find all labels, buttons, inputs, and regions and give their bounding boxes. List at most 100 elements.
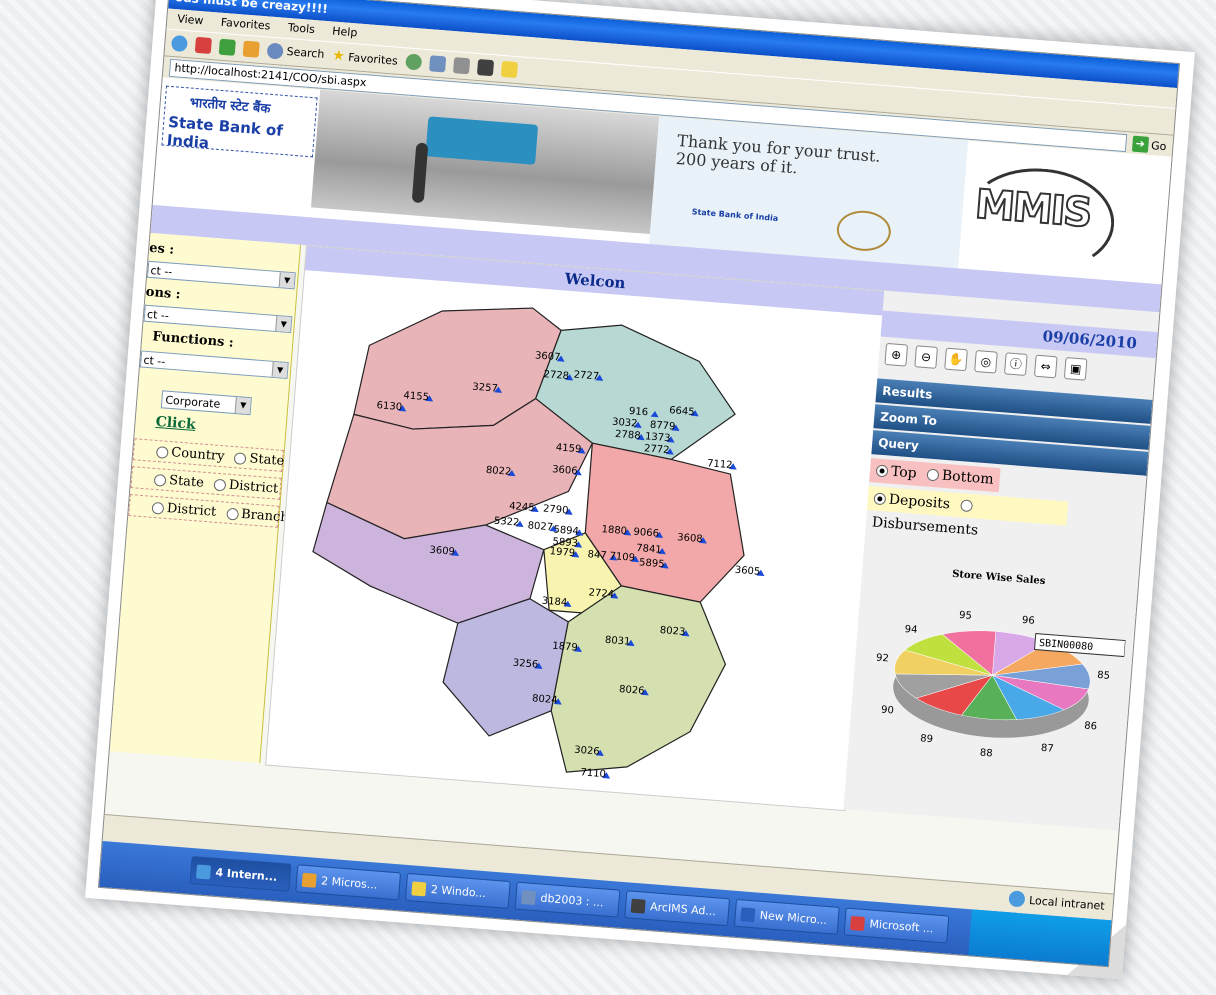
branch-label: 2727 [573, 370, 599, 383]
menu-favorites[interactable]: Favorites [220, 16, 271, 33]
ad-banner: Thank you for your trust. 200 years of i… [649, 116, 969, 269]
forward-icon[interactable] [170, 34, 189, 53]
measure-icon[interactable]: ⇔ [1033, 354, 1058, 379]
branch-label: 8027 [527, 520, 553, 533]
globe-icon [1008, 890, 1026, 908]
branch-label: 2728 [543, 369, 569, 382]
radio-country-label: Country [170, 445, 226, 465]
pie-label: 87 [1041, 743, 1055, 755]
task-label: New Micro... [759, 908, 828, 928]
menu-help[interactable]: Help [332, 25, 358, 40]
branch-label: 7112 [707, 458, 733, 471]
identify-icon[interactable]: ⓘ [1004, 352, 1028, 376]
zoom-out-icon[interactable]: ⊖ [914, 345, 938, 369]
click-link[interactable]: Click [155, 414, 196, 433]
branch-label: 4245 [509, 501, 535, 514]
security-zone: Local intranet [1008, 890, 1106, 913]
branch-label: 1979 [549, 546, 575, 559]
radio-row-district-branch: District Branch [128, 494, 289, 528]
radio-branch-label: Branch [240, 506, 290, 526]
task-microsoft[interactable]: 2 Micros... [295, 864, 402, 901]
branch-label: 2724 [588, 587, 614, 600]
filter-select-3[interactable]: ct -- ▼ [139, 350, 289, 380]
branch-label: 916 [629, 406, 649, 418]
pan-hand-icon[interactable]: ✋ [944, 347, 968, 372]
pie-label: 92 [876, 653, 890, 665]
filter-select-2[interactable]: ct -- ▼ [143, 304, 293, 334]
task-internet-explorer[interactable]: 4 Intern... [189, 856, 292, 892]
refresh-icon[interactable] [218, 38, 236, 56]
web-page: भारतीय स्टेट बैंक State Bank of India Th… [104, 77, 1172, 895]
word-icon [740, 907, 756, 923]
corporate-select-value: Corporate [164, 393, 221, 411]
filter-select-1[interactable]: ct -- ▼ [146, 260, 296, 290]
branch-label: 3026 [574, 745, 600, 758]
radio-top[interactable] [875, 464, 889, 478]
menu-view[interactable]: View [177, 12, 204, 27]
stop-icon[interactable] [194, 36, 212, 55]
radio-district[interactable] [213, 478, 227, 492]
search-button[interactable]: Search [266, 37, 325, 67]
task-label: 4 Intern... [215, 865, 278, 884]
branch-label: 4155 [403, 390, 429, 403]
corporate-select[interactable]: Corporate ▼ [160, 390, 252, 416]
favorites-button[interactable]: ★ Favorites [331, 42, 399, 74]
zoom-in-icon[interactable]: ⊕ [884, 342, 909, 367]
menu-tools[interactable]: Tools [287, 21, 315, 36]
branch-label: 5322 [493, 516, 519, 529]
radio-bottom[interactable] [926, 468, 940, 482]
office-icon [301, 872, 317, 888]
branch-label: 1879 [552, 641, 578, 654]
sbi-logo[interactable]: भारतीय स्टेट बैंक State Bank of India [161, 85, 318, 158]
branch-label: 7109 [609, 551, 635, 564]
filter-label-3: Functions : [151, 329, 235, 351]
edit-icon[interactable] [476, 59, 495, 77]
sales-pie-chart[interactable]: 9697858687888990929495SBIN00080 [855, 590, 1128, 780]
radio-state-2[interactable] [153, 473, 167, 487]
branch-label: 8022 [485, 465, 511, 478]
task-db2003[interactable]: db2003 : ... [514, 881, 621, 918]
zone-label: Local intranet [1028, 893, 1106, 913]
radio-row-state-district: State District [130, 466, 282, 500]
task-new-micro[interactable]: New Micro... [733, 898, 840, 935]
filter-label-1: es : [148, 240, 175, 258]
pie-label: 96 [1022, 615, 1036, 627]
200-years-seal-icon [835, 208, 893, 253]
task-windows[interactable]: 2 Windo... [404, 872, 511, 910]
radio-disbursements[interactable] [959, 499, 973, 513]
radio-state[interactable] [234, 451, 247, 465]
history-icon[interactable] [405, 53, 423, 71]
radio-district-label: District [228, 477, 279, 497]
mmis-text: MMIS [972, 181, 1093, 238]
pie-label: 95 [959, 610, 973, 622]
branch-label: 1373 [645, 431, 671, 444]
select-icon[interactable]: ▣ [1063, 357, 1088, 381]
branch-label: 2772 [644, 443, 670, 456]
pie-label: 89 [920, 733, 934, 745]
go-label: Go [1150, 138, 1167, 153]
radio-branch[interactable] [225, 507, 239, 521]
flag-image [425, 116, 539, 165]
branch-label: 2790 [543, 504, 569, 517]
folder-icon[interactable] [500, 60, 519, 79]
task-label: 2 Micros... [320, 874, 378, 892]
mail-icon[interactable] [429, 55, 447, 73]
full-extent-icon[interactable]: ◎ [974, 349, 998, 374]
task-arcims[interactable]: ArcIMS Ad... [624, 890, 731, 927]
go-button[interactable]: ➔ Go [1131, 135, 1173, 155]
radio-deposits[interactable] [873, 492, 887, 506]
task-microsoft-2[interactable]: Microsoft ... [843, 907, 950, 944]
branch-label: 8023 [659, 625, 685, 638]
radio-country[interactable] [155, 445, 169, 459]
district-map[interactable]: 3607 2728 2727 3257 41556130 916 6645 3032 8779 2… [266, 270, 883, 810]
branch-label: 8779 [650, 420, 676, 433]
system-tray [968, 909, 1112, 967]
print-icon[interactable] [453, 57, 471, 75]
filter-label-2: ons : [145, 284, 182, 303]
chevron-down-icon: ▼ [278, 272, 295, 289]
search-label: Search [286, 44, 325, 61]
pie-label: 94 [904, 624, 918, 636]
task-label: db2003 : ... [539, 891, 604, 910]
home-icon[interactable] [242, 40, 260, 58]
radio-district-2[interactable] [151, 501, 165, 515]
